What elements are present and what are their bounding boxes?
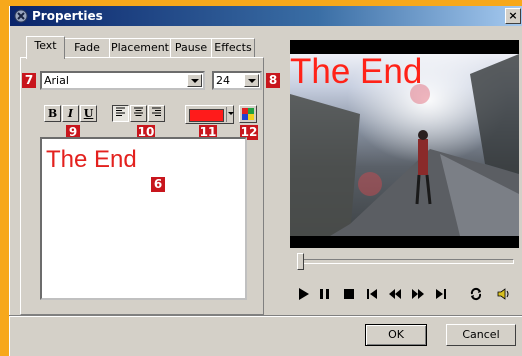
italic-button[interactable]: I (62, 105, 79, 122)
align-left-icon (116, 107, 125, 116)
cancel-button[interactable]: Cancel (446, 324, 516, 346)
chevron-down-icon (228, 112, 234, 115)
chevron-down-icon[interactable] (244, 74, 259, 87)
loop-icon[interactable] (469, 287, 483, 301)
tab-placement[interactable]: Placement (109, 38, 171, 58)
font-family-value: Arial (44, 74, 69, 87)
ok-button[interactable]: OK (365, 324, 427, 346)
seek-bar-thumb[interactable] (297, 253, 304, 270)
callout-badge-7: 7 (22, 73, 36, 88)
align-left-button[interactable] (112, 105, 129, 122)
close-button[interactable]: × (505, 8, 521, 24)
font-size-select[interactable]: 24 (212, 71, 262, 90)
align-center-button[interactable] (130, 105, 147, 122)
play-icon[interactable] (297, 287, 311, 301)
title-bar: Properties × (10, 6, 522, 26)
align-right-icon (152, 107, 161, 116)
video-preview: The End (290, 40, 519, 248)
callout-badge-8: 8 (266, 73, 280, 88)
volume-icon[interactable] (496, 287, 510, 301)
preview-frame: The End (290, 52, 519, 236)
divider (226, 107, 227, 122)
editor-text: The End (46, 146, 137, 173)
stop-icon[interactable] (342, 287, 356, 301)
font-size-value: 24 (216, 74, 230, 87)
separator (9, 315, 522, 317)
align-right-button[interactable] (148, 105, 165, 122)
tab-fade[interactable]: Fade (64, 38, 110, 58)
skip-to-end-icon[interactable] (434, 287, 448, 301)
tab-text[interactable]: Text (26, 36, 65, 59)
skip-to-start-icon[interactable] (365, 287, 379, 301)
color-palette-button[interactable] (239, 105, 257, 123)
pause-icon[interactable] (318, 287, 332, 301)
text-color-picker[interactable] (185, 105, 234, 124)
window-title: Properties (32, 9, 103, 23)
seek-bar-track[interactable] (298, 259, 514, 264)
preview-overlay-text: The End (290, 52, 423, 91)
rewind-icon[interactable] (388, 287, 402, 301)
align-center-icon (134, 107, 143, 116)
color-palette-icon (242, 108, 254, 120)
fast-forward-icon[interactable] (411, 287, 425, 301)
app-icon (14, 9, 28, 23)
tab-effects[interactable]: Effects (211, 38, 255, 58)
bold-button[interactable]: B (44, 105, 61, 122)
underline-button[interactable]: U (80, 105, 97, 122)
callout-badge-6: 6 (151, 177, 165, 192)
tab-pause[interactable]: Pause (170, 38, 212, 58)
chevron-down-icon[interactable] (187, 74, 202, 87)
text-editor[interactable]: The End 6 (40, 137, 247, 300)
text-color-swatch (189, 109, 224, 122)
font-family-select[interactable]: Arial (40, 71, 205, 90)
